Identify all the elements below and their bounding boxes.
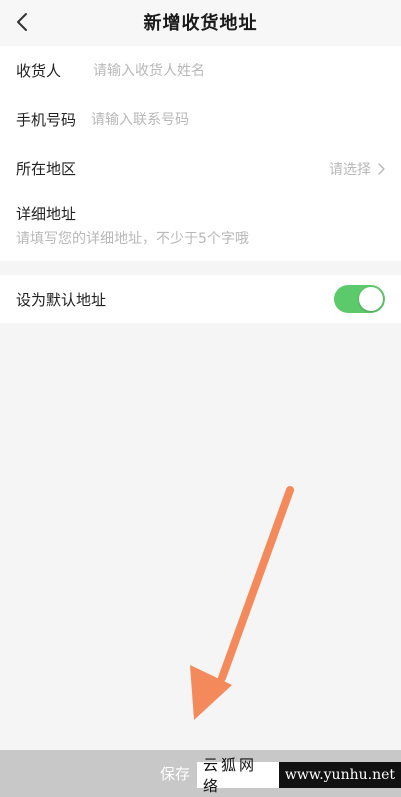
back-button[interactable] — [8, 8, 36, 36]
phone-row: 手机号码 — [0, 95, 401, 144]
chevron-right-icon — [378, 162, 385, 175]
region-row[interactable]: 所在地区 请选择 — [0, 144, 401, 193]
phone-label: 手机号码 — [16, 111, 77, 129]
chevron-left-icon — [17, 13, 27, 31]
watermark-en: www.yunhu.net — [278, 762, 401, 788]
default-address-row: 设为默认地址 — [0, 275, 401, 323]
toggle-knob — [359, 287, 383, 311]
address-input[interactable] — [16, 228, 376, 250]
region-selector[interactable]: 请选择 — [329, 144, 385, 193]
recipient-row: 收货人 — [0, 46, 401, 95]
address-label: 详细地址 — [16, 205, 77, 223]
watermark-cn: 云狐网络 — [197, 756, 279, 795]
recipient-input[interactable] — [93, 62, 333, 79]
address-row: 详细地址 — [0, 193, 401, 261]
phone-input[interactable] — [91, 111, 331, 128]
page-title: 新增收货地址 — [143, 13, 258, 34]
recipient-label: 收货人 — [16, 62, 62, 80]
address-form: 收货人 手机号码 所在地区 请选择 详细地址 — [0, 46, 401, 261]
default-address-toggle[interactable] — [334, 285, 385, 313]
header-bar: 新增收货地址 — [0, 0, 401, 44]
watermark: 云狐网络 www.yunhu.net — [197, 756, 401, 795]
default-address-label: 设为默认地址 — [16, 290, 107, 309]
region-label: 所在地区 — [16, 160, 77, 178]
region-placeholder: 请选择 — [329, 161, 371, 178]
